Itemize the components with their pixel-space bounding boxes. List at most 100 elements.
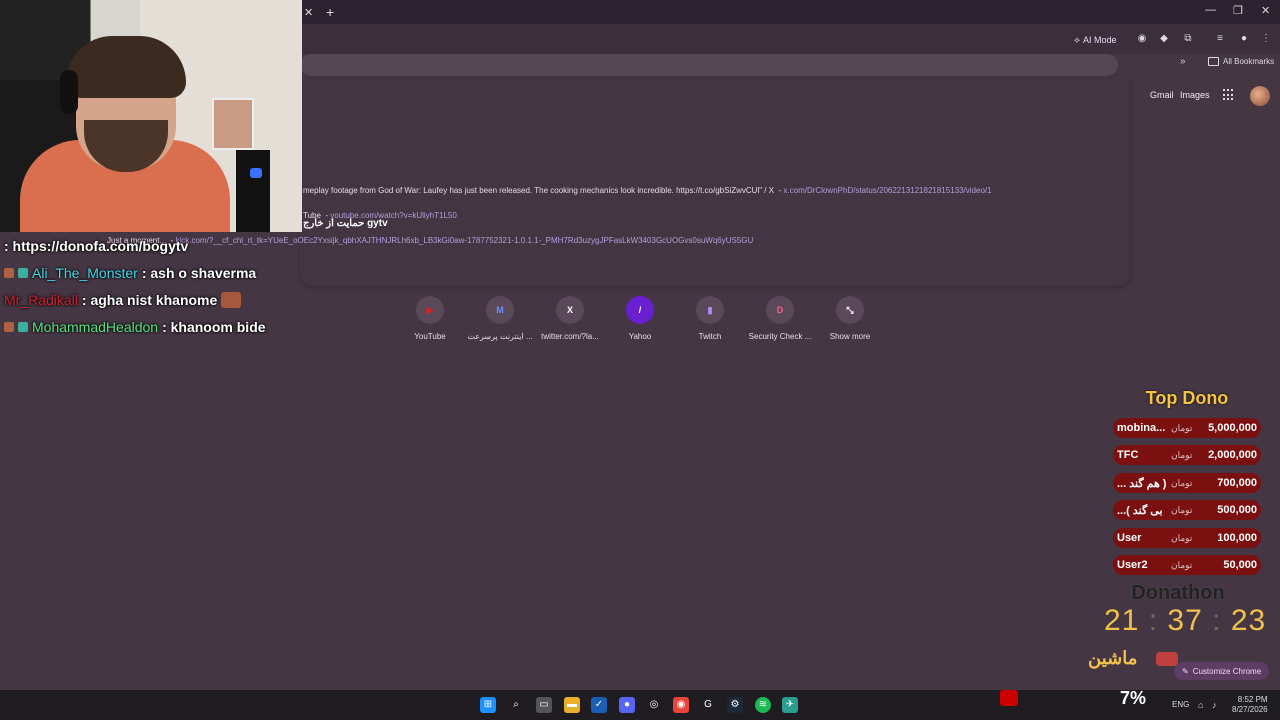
chat-message: MohammadHealdon : khanoom bide — [4, 319, 266, 335]
dono-row: User تومان 100,000 — [1113, 528, 1261, 548]
badge-icon — [4, 268, 14, 278]
search-icon[interactable]: ⌕ — [508, 697, 524, 713]
donathon-timer: 21 : 37 : 23 — [1104, 604, 1267, 637]
car-icon — [1156, 652, 1178, 666]
app-icon[interactable]: G — [700, 697, 716, 713]
obs-icon[interactable]: ◎ — [646, 697, 662, 713]
shortcut-show-more[interactable]: ⤡ Show more — [815, 296, 885, 341]
chat-username: MohammadHealdon — [32, 319, 159, 335]
dono-row: mobina... تومان 5,000,000 — [1113, 418, 1261, 438]
bookmarks-overflow-icon[interactable]: » — [1180, 56, 1186, 67]
suggestion-item[interactable]: Just a moment... - kick.com/?__cf_chl_rt… — [107, 236, 753, 245]
chat-message: Ali_The_Monster : ash o shaverma — [4, 265, 256, 281]
expand-icon: ⤡ — [836, 296, 864, 324]
puzzle-icon[interactable]: ⧉ — [1182, 33, 1194, 45]
shortcut-label: twitter.com/?la... — [541, 332, 599, 341]
shortcut-yahoo[interactable]: / Yahoo — [605, 296, 675, 341]
suggestion-url: youtube.com/watch?v=kUliyhT1L50 — [330, 211, 457, 220]
menu-icon[interactable]: ⋮ — [1260, 33, 1272, 45]
dono-row: ... هم گند ) تومان 700,000 — [1113, 473, 1261, 493]
clock-date: 8/27/2026 — [1232, 705, 1268, 714]
security-check-icon: D — [766, 296, 794, 324]
shortcut-label: Show more — [829, 332, 871, 341]
dono-row: TFC تومان 2,000,000 — [1113, 445, 1261, 465]
spotify-icon[interactable]: ≋ — [755, 697, 771, 713]
suggestion-dropdown — [300, 76, 1130, 286]
chat-text: : ash o shaverma — [141, 265, 257, 281]
shortcut-label: اینترنت پرسرعت ... — [467, 332, 533, 341]
media-icon[interactable]: ≡ — [1214, 33, 1226, 45]
discord-icon[interactable]: ● — [619, 697, 635, 713]
gmail-link[interactable]: Gmail — [1150, 90, 1174, 100]
donathon-reward: ماشین — [1088, 648, 1138, 668]
shortcut-label: YouTube — [414, 332, 446, 341]
chat-username: Mr_Radikall — [4, 292, 78, 308]
extension-icon[interactable]: ◉ — [1136, 33, 1148, 45]
donate-link-line: : https://donofa.com/bogytv — [4, 238, 189, 254]
sparkle-icon: ⟡ — [1074, 34, 1080, 45]
suggestion-item[interactable]: Tube - youtube.com/watch?v=kUliyhT1L50 — [303, 211, 457, 220]
windows-start-icon[interactable]: ⊞ — [480, 697, 496, 713]
minimize-icon[interactable]: — — [1205, 4, 1216, 16]
customize-chrome-label: Customize Chrome — [1192, 666, 1262, 676]
battery-percent: 7% — [1120, 688, 1147, 708]
apps-grid-icon[interactable] — [1223, 89, 1235, 101]
pencil-icon: ✎ — [1182, 666, 1189, 676]
yahoo-icon: / — [626, 296, 654, 324]
suggestion-text: meplay footage from God of War: Laufey h… — [303, 186, 775, 195]
folder-icon — [1208, 57, 1219, 66]
profile-icon[interactable]: ● — [1238, 33, 1250, 45]
suggestion-text: Tube — [303, 211, 321, 220]
clock[interactable]: 8:52 PM 8/27/2026 — [1232, 695, 1268, 715]
close-window-icon[interactable]: ✕ — [1261, 4, 1270, 17]
shortcut-twitter[interactable]: X twitter.com/?la... — [535, 296, 605, 341]
all-bookmarks-button[interactable]: All Bookmarks — [1208, 57, 1274, 66]
chat-message: Mr_Radikall : agha nist khanome — [4, 292, 242, 308]
shortcut-security-check[interactable]: D Security Check ... — [745, 296, 815, 341]
twitch-icon: ▮ — [696, 296, 724, 324]
file-explorer-icon[interactable]: ▬ — [564, 697, 580, 713]
language-indicator[interactable]: ENG — [1172, 700, 1189, 709]
chat-username: Ali_The_Monster — [32, 265, 138, 281]
shortcut-internet[interactable]: M اینترنت پرسرعت ... — [465, 296, 535, 341]
app-icon[interactable]: ✈ — [782, 697, 798, 713]
shortcut-label: Yahoo — [628, 332, 652, 341]
shortcut-label: Security Check ... — [748, 332, 812, 341]
ai-mode-label: AI Mode — [1082, 35, 1117, 45]
restore-icon[interactable]: ❐ — [1233, 4, 1243, 17]
customize-chrome-button[interactable]: ✎ Customize Chrome — [1174, 662, 1270, 680]
close-tab-icon[interactable]: ✕ — [304, 6, 313, 19]
ai-mode-button[interactable]: ⟡ AI Mode — [1068, 32, 1122, 48]
volume-icon[interactable]: ♪ — [1212, 700, 1222, 710]
vpn-icon[interactable]: ✓ — [591, 697, 607, 713]
youtube-icon: ▶ — [416, 296, 444, 324]
clock-time: 8:52 PM — [1237, 695, 1268, 704]
shortcut-twitch[interactable]: ▮ Twitch — [675, 296, 745, 341]
shortcut-youtube[interactable]: ▶ YouTube — [395, 296, 465, 341]
dono-row: User2 تومان 50,000 — [1113, 555, 1261, 575]
chrome-icon[interactable]: ◉ — [673, 697, 689, 713]
internet-provider-icon: M — [486, 296, 514, 324]
network-icon[interactable]: ⌂ — [1198, 700, 1208, 710]
chat-text: : agha nist khanome — [81, 292, 218, 308]
x-icon: X — [556, 296, 584, 324]
shortcut-label: Twitch — [698, 332, 722, 341]
top-dono-title: Top Dono — [1145, 388, 1229, 408]
all-bookmarks-label: All Bookmarks — [1223, 57, 1275, 66]
badge-icon — [18, 322, 28, 332]
dono-row: ...( بی گند تومان 500,000 — [1113, 500, 1261, 520]
taskbar — [0, 690, 1280, 720]
task-view-icon[interactable]: ▭ — [536, 697, 552, 713]
badge-icon — [18, 268, 28, 278]
suggestion-item[interactable]: meplay footage from God of War: Laufey h… — [303, 186, 992, 195]
avatar[interactable] — [1250, 86, 1270, 106]
webcam-overlay — [0, 0, 302, 232]
emote-icon — [221, 292, 242, 308]
badge-icon — [4, 322, 14, 332]
record-indicator-icon[interactable] — [1000, 690, 1018, 706]
address-bar[interactable] — [300, 54, 1118, 76]
new-tab-icon[interactable]: + — [326, 4, 334, 20]
extension-icon[interactable]: ◆ — [1158, 33, 1170, 45]
images-link[interactable]: Images — [1180, 90, 1210, 100]
steam-icon[interactable]: ⚙ — [727, 697, 743, 713]
